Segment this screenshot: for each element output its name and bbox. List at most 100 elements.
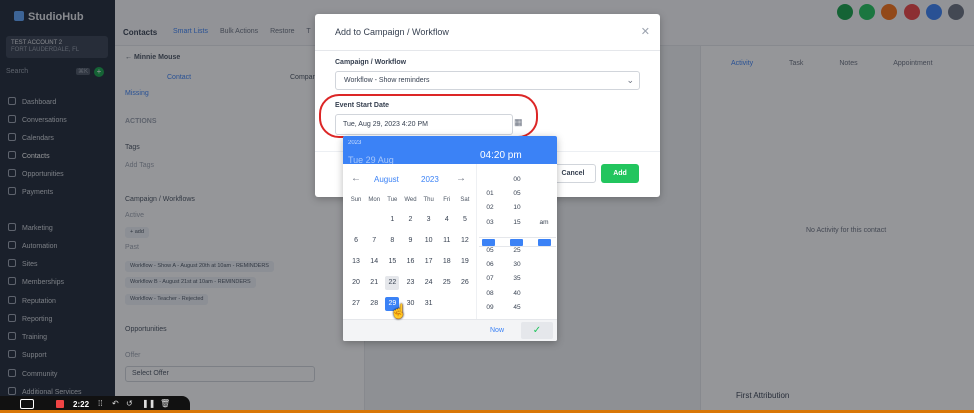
day-cell[interactable]: 13 xyxy=(347,251,365,272)
day-number[interactable]: 2 xyxy=(403,213,417,227)
day-cell[interactable]: 14 xyxy=(365,251,383,272)
hour-option[interactable]: 07 xyxy=(477,272,503,286)
hour-option[interactable] xyxy=(477,173,503,187)
minute-option[interactable]: 15 xyxy=(504,216,530,230)
day-number[interactable]: 6 xyxy=(349,234,363,248)
ampm-option[interactable] xyxy=(531,187,557,201)
today-day[interactable]: 22 xyxy=(385,275,400,290)
day-cell[interactable]: 5 xyxy=(456,209,474,230)
day-number[interactable]: 9 xyxy=(403,234,417,248)
day-cell[interactable]: 27 xyxy=(347,293,365,314)
draw-icon[interactable]: ↶ xyxy=(112,399,119,408)
hour-option[interactable]: 03 xyxy=(477,216,503,230)
minute-column[interactable]: 00 05 10 15 25 30 35 40 45 xyxy=(504,173,530,315)
day-number[interactable]: 1 xyxy=(385,213,399,227)
minute-option[interactable]: 35 xyxy=(504,272,530,286)
day-cell[interactable]: 26 xyxy=(456,272,474,293)
day-cell[interactable]: 15 xyxy=(383,251,401,272)
day-cell[interactable]: 4 xyxy=(438,209,456,230)
hour-option[interactable]: 08 xyxy=(477,287,503,301)
day-number[interactable]: 12 xyxy=(458,234,472,248)
day-number[interactable]: 31 xyxy=(422,297,436,311)
day-number[interactable]: 25 xyxy=(440,276,454,290)
day-cell[interactable]: 3 xyxy=(420,209,438,230)
ampm-option[interactable] xyxy=(531,287,557,301)
close-icon[interactable]: ✕ xyxy=(641,25,650,38)
day-number[interactable]: 10 xyxy=(422,234,436,248)
record-stop-icon[interactable] xyxy=(56,400,64,408)
day-cell[interactable]: 9 xyxy=(401,230,419,251)
grid-icon[interactable]: ⁞⁞ xyxy=(98,399,102,408)
day-cell[interactable]: 28 xyxy=(365,293,383,314)
day-number[interactable]: 4 xyxy=(440,213,454,227)
day-number[interactable]: 27 xyxy=(349,297,363,311)
day-cell[interactable]: 16 xyxy=(401,251,419,272)
minute-option[interactable]: 05 xyxy=(504,187,530,201)
day-number[interactable]: 26 xyxy=(458,276,472,290)
ampm-option[interactable] xyxy=(531,301,557,315)
prev-month-icon[interactable]: ← xyxy=(351,173,361,184)
pause-icon[interactable]: ❚❚ xyxy=(142,399,155,408)
hour-option[interactable]: 01 xyxy=(477,187,503,201)
check-icon[interactable]: ✓ xyxy=(521,322,553,339)
hour-option[interactable]: 06 xyxy=(477,258,503,272)
day-number[interactable]: 28 xyxy=(367,297,381,311)
day-cell[interactable]: 8 xyxy=(383,230,401,251)
day-number[interactable]: 13 xyxy=(349,255,363,269)
minute-option[interactable]: 45 xyxy=(504,301,530,315)
ampm-option[interactable] xyxy=(531,173,557,187)
day-cell[interactable]: 11 xyxy=(438,230,456,251)
day-cell[interactable]: 18 xyxy=(438,251,456,272)
next-month-icon[interactable]: → xyxy=(456,173,466,184)
add-button[interactable]: Add xyxy=(601,164,639,183)
ampm-option[interactable] xyxy=(531,201,557,215)
day-cell[interactable]: 31 xyxy=(420,293,438,314)
day-number[interactable]: 23 xyxy=(403,276,417,290)
calendar-year-label[interactable]: 2023 xyxy=(421,175,439,184)
day-cell[interactable]: 1 xyxy=(383,209,401,230)
hour-option[interactable]: 02 xyxy=(477,201,503,215)
undo-icon[interactable]: ↺ xyxy=(126,399,133,408)
day-cell[interactable]: 6 xyxy=(347,230,365,251)
hour-option[interactable]: 09 xyxy=(477,301,503,315)
day-number[interactable]: 5 xyxy=(458,213,472,227)
day-cell[interactable]: 20 xyxy=(347,272,365,293)
minute-option[interactable]: 00 xyxy=(504,173,530,187)
minute-option[interactable]: 25 xyxy=(504,244,530,258)
day-number[interactable]: 3 xyxy=(422,213,436,227)
hour-column[interactable]: 01 02 03 05 06 07 08 09 xyxy=(477,173,503,315)
day-cell[interactable]: 25 xyxy=(438,272,456,293)
camera-icon[interactable] xyxy=(20,399,34,409)
picker-year[interactable]: 2023 xyxy=(348,140,361,146)
day-cell[interactable]: 23 xyxy=(401,272,419,293)
ampm-option[interactable] xyxy=(531,258,557,272)
now-button[interactable]: Now xyxy=(490,327,504,334)
hour-option[interactable] xyxy=(477,230,503,244)
minute-option[interactable]: 10 xyxy=(504,201,530,215)
day-cell[interactable]: 12 xyxy=(456,230,474,251)
ampm-option[interactable] xyxy=(531,244,557,258)
day-cell[interactable]: 24 xyxy=(420,272,438,293)
minute-option[interactable]: 40 xyxy=(504,287,530,301)
picker-selected-time[interactable]: 04:20 pm xyxy=(480,150,522,161)
day-number[interactable]: 15 xyxy=(385,255,399,269)
day-cell[interactable]: 10 xyxy=(420,230,438,251)
day-number[interactable]: 16 xyxy=(403,255,417,269)
day-cell[interactable]: 19 xyxy=(456,251,474,272)
day-cell[interactable]: 21 xyxy=(365,272,383,293)
ampm-column[interactable]: am xyxy=(531,173,557,315)
day-number[interactable]: 21 xyxy=(367,276,381,290)
minute-option[interactable]: 30 xyxy=(504,258,530,272)
minute-option[interactable] xyxy=(504,230,530,244)
day-cell[interactable]: 17 xyxy=(420,251,438,272)
day-number[interactable]: 24 xyxy=(422,276,436,290)
day-cell[interactable]: 7 xyxy=(365,230,383,251)
hour-option[interactable]: 05 xyxy=(477,244,503,258)
day-number[interactable]: 14 xyxy=(367,255,381,269)
day-number[interactable]: 7 xyxy=(367,234,381,248)
month-label[interactable]: August xyxy=(374,175,399,184)
ampm-option[interactable] xyxy=(531,272,557,286)
day-number[interactable]: 18 xyxy=(440,255,454,269)
day-number[interactable]: 20 xyxy=(349,276,363,290)
day-cell[interactable]: 2 xyxy=(401,209,419,230)
